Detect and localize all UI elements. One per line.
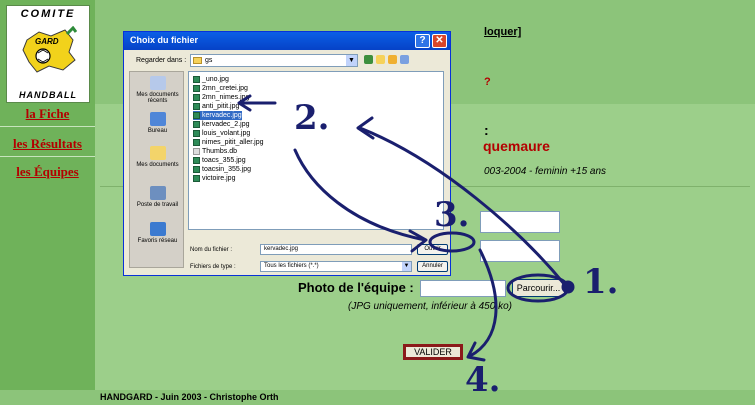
file-item[interactable]: kervadec_2.jpg	[193, 120, 249, 129]
form-field[interactable]	[480, 211, 560, 233]
form-field[interactable]	[480, 240, 560, 262]
back-icon[interactable]	[364, 55, 373, 64]
logo-map-text: GARD	[35, 37, 59, 46]
places-bar: Mes documents récents Bureau Mes documen…	[129, 71, 184, 268]
footer-text: HANDGARD - Juin 2003 - Christophe Orth	[100, 392, 279, 402]
file-item[interactable]: louis_volant.jpg	[193, 129, 250, 138]
dialog-titlebar: Choix du fichier ? ✕	[124, 32, 450, 50]
recent-documents-icon	[149, 76, 166, 90]
step-4-label: 4.	[465, 360, 501, 400]
place-network[interactable]: Favoris réseau	[130, 222, 185, 244]
image-file-icon	[193, 76, 200, 83]
image-file-icon	[193, 94, 200, 101]
file-list[interactable]: _uno.jpg 2mn_cretei.jpg 2mn_nimes.jpg an…	[188, 71, 444, 230]
file-item[interactable]: Thumbs.db	[193, 147, 237, 156]
nav-link-resultats[interactable]: les Résultats	[0, 136, 95, 152]
lookin-label: Regarder dans :	[136, 57, 187, 64]
image-file-icon	[193, 121, 200, 128]
close-icon[interactable]: ✕	[432, 34, 447, 48]
nav-link-equipes[interactable]: les Équipes	[0, 164, 95, 180]
image-file-icon	[193, 166, 200, 173]
place-label: Poste de travail	[136, 202, 179, 208]
nav-divider	[0, 126, 95, 127]
file-item[interactable]: _uno.jpg	[193, 75, 229, 84]
photo-hint: (JPG uniquement, inférieur à 450 ko)	[348, 301, 512, 312]
logo-bottom-text: HANDBALL	[19, 90, 77, 100]
filetype-value: Tous les fichiers (*.*)	[264, 263, 319, 269]
comite-logo: COMITE GARD HANDBALL	[6, 5, 90, 103]
file-dialog: Choix du fichier ? ✕ Regarder dans : gs …	[123, 31, 451, 276]
folder-icon	[193, 57, 202, 64]
network-icon	[149, 222, 166, 236]
filename-label: Nom du fichier :	[190, 247, 233, 253]
chevron-down-icon[interactable]: ▼	[346, 55, 357, 66]
system-file-icon	[193, 148, 200, 155]
filetype-label: Fichiers de type :	[190, 264, 236, 270]
place-label: Bureau	[147, 128, 168, 134]
filetype-select[interactable]: Tous les fichiers (*.*) ▼	[260, 261, 412, 272]
header-red-mark: ?	[484, 76, 491, 88]
help-icon[interactable]: ?	[415, 34, 430, 48]
view-menu-icon[interactable]	[400, 55, 409, 64]
step-2-label: 2.	[294, 98, 330, 138]
place-my-documents[interactable]: Mes documents	[130, 146, 185, 168]
place-label: Mes documents	[136, 162, 179, 168]
new-folder-icon[interactable]	[388, 55, 397, 64]
logo-top-text: COMITE	[20, 8, 76, 20]
section-heading: :	[484, 122, 489, 138]
image-file-icon	[193, 139, 200, 146]
place-my-computer[interactable]: Poste de travail	[130, 186, 185, 208]
team-title: quemaure	[483, 138, 550, 154]
up-folder-icon[interactable]	[376, 55, 385, 64]
left-sidebar: COMITE GARD HANDBALL la Fiche les Résult…	[0, 0, 95, 405]
nav-link-fiche[interactable]: la Fiche	[0, 106, 95, 122]
team-subtitle: 003-2004 - feminin +15 ans	[484, 166, 607, 177]
lookin-value: gs	[205, 57, 213, 64]
cancel-button[interactable]: Annuler	[417, 261, 448, 272]
open-button[interactable]: Ouvrir	[417, 244, 448, 255]
file-item[interactable]: victoire.jpg	[193, 174, 235, 183]
computer-icon	[149, 186, 166, 200]
file-item[interactable]: 2mn_nimes.jpg	[193, 93, 249, 102]
image-file-icon	[193, 130, 200, 137]
lookin-select[interactable]: gs ▼	[190, 54, 358, 67]
photo-file-input[interactable]	[420, 280, 506, 297]
file-item[interactable]: toacsin_355.jpg	[193, 165, 251, 174]
step-1-label: 1.	[583, 262, 619, 302]
desktop-icon	[149, 112, 166, 126]
image-file-icon	[193, 112, 200, 119]
file-item[interactable]: anti_pitit.jpg	[193, 102, 239, 111]
file-item[interactable]: nimes_pitit_aller.jpg	[193, 138, 263, 147]
file-item-selected[interactable]: kervadec.jpg	[193, 111, 242, 120]
file-item[interactable]: 2mn_cretei.jpg	[193, 84, 248, 93]
photo-label: Photo de l'équipe :	[298, 280, 414, 295]
place-label: Mes documents récents	[136, 92, 179, 104]
dialog-title: Choix du fichier	[130, 35, 199, 45]
image-file-icon	[193, 103, 200, 110]
filename-input[interactable]: kervadec.jpg	[260, 244, 412, 255]
chevron-down-icon[interactable]: ▼	[402, 262, 411, 271]
step-3-label: 3.	[434, 195, 470, 235]
nav-divider	[0, 156, 95, 157]
browse-button[interactable]: Parcourir...	[512, 279, 565, 297]
valider-button[interactable]: VALIDER	[403, 344, 463, 360]
image-file-icon	[193, 175, 200, 182]
place-label: Favoris réseau	[137, 238, 178, 244]
my-documents-icon	[149, 146, 166, 160]
place-recent[interactable]: Mes documents récents	[130, 76, 185, 104]
image-file-icon	[193, 157, 200, 164]
place-desktop[interactable]: Bureau	[130, 112, 185, 134]
gard-map-icon: GARD	[22, 26, 77, 73]
file-item[interactable]: toacs_355.jpg	[193, 156, 246, 165]
deconnect-link[interactable]: loquer]	[484, 26, 521, 38]
image-file-icon	[193, 85, 200, 92]
